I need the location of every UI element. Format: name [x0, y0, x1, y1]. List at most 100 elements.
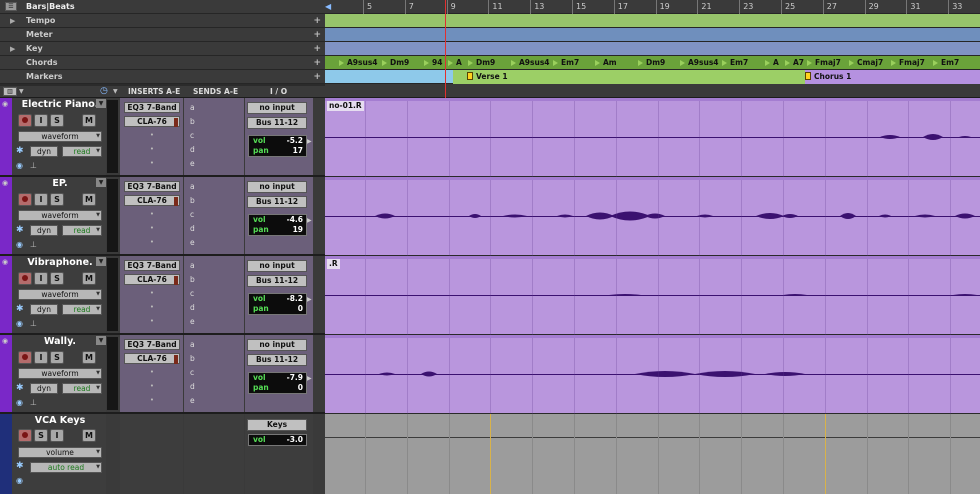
insert-slot-empty[interactable]: • — [124, 130, 180, 141]
vol-pan-display[interactable]: vol -5.2 pan 17 — [248, 135, 307, 157]
dyn-button[interactable]: dyn — [30, 304, 58, 315]
input-monitor-button[interactable]: I — [34, 114, 48, 127]
dyn-button[interactable]: dyn — [30, 146, 58, 157]
track-expand-icon[interactable]: ◉ — [2, 100, 8, 108]
send-slot[interactable]: c — [187, 288, 241, 299]
io-expand-icon[interactable]: ▶ — [307, 296, 312, 303]
io-expand-icon[interactable]: ▶ — [307, 375, 312, 382]
send-slot[interactable]: a — [187, 260, 241, 271]
vca-mute-button[interactable]: M — [82, 429, 96, 442]
vca-view-selector[interactable]: volume — [18, 447, 102, 458]
vca-automation-mode-selector[interactable]: auto read — [30, 462, 102, 473]
chord-marker[interactable]: A — [448, 57, 462, 68]
record-enable-button[interactable] — [18, 351, 32, 364]
track-menu-chevron-icon[interactable]: ▼ — [96, 257, 106, 266]
insert-slot-empty[interactable]: • — [124, 381, 180, 392]
insert-slot[interactable]: CLA-76 — [124, 195, 180, 206]
track-name[interactable]: Vibraphone. — [18, 257, 102, 269]
key-ruler-lane[interactable] — [325, 42, 980, 56]
vca-input-monitor-button[interactable]: I — [50, 429, 64, 442]
insert-slot[interactable]: CLA-76 — [124, 353, 180, 364]
track-header[interactable]: ◉ Vibraphone. ▼ I S M waveform ✱ dyn rea… — [0, 256, 325, 335]
track-menu-chevron-icon[interactable]: ▼ — [96, 178, 106, 187]
chord-marker[interactable]: Dm9 — [381, 57, 409, 68]
playhead-cursor[interactable] — [445, 0, 446, 98]
insert-slot-empty[interactable]: • — [124, 144, 180, 155]
insert-slot-empty[interactable]: • — [124, 395, 180, 406]
output-selector[interactable]: Bus 11-12 — [247, 275, 307, 287]
send-slot[interactable]: b — [187, 195, 241, 206]
vca-timeline-lane[interactable] — [325, 414, 980, 494]
vca-track-name[interactable]: VCA Keys — [18, 415, 102, 427]
ruler-row-markers[interactable]: Markers + — [0, 70, 325, 84]
chord-marker[interactable]: Cmaj7 — [848, 57, 883, 68]
insert-slot-empty[interactable]: • — [124, 158, 180, 169]
ruler-expand-icon[interactable]: ▶ — [10, 42, 15, 56]
vca-record-button[interactable] — [18, 429, 32, 442]
send-slot[interactable]: c — [187, 130, 241, 141]
vol-pan-display[interactable]: vol -8.2 pan 0 — [248, 293, 307, 315]
ruler-menu-icon[interactable]: ☰ — [5, 2, 17, 11]
chord-marker[interactable]: Am — [595, 57, 617, 68]
track-menu-chevron-icon[interactable]: ▼ — [96, 336, 106, 345]
input-monitor-button[interactable]: I — [34, 193, 48, 206]
ruler-add-icon[interactable]: + — [313, 14, 321, 28]
solo-button[interactable]: S — [50, 351, 64, 364]
insert-bypass-icon[interactable] — [174, 118, 178, 127]
send-slot[interactable]: e — [187, 395, 241, 406]
timebase-icon[interactable]: ◉ — [16, 398, 23, 407]
ruler-scroll-icon[interactable]: ◀ — [325, 2, 331, 11]
meter-ruler-lane[interactable] — [325, 28, 980, 42]
track-header[interactable]: ◉ EP. ▼ I S M waveform ✱ dyn read ◉ ⊥ EQ… — [0, 177, 325, 256]
chord-marker[interactable]: Fmaj7 — [807, 57, 841, 68]
insert-bypass-icon[interactable] — [174, 276, 178, 285]
automation-mode-selector[interactable]: read — [62, 304, 102, 315]
input-monitor-button[interactable]: I — [34, 272, 48, 285]
output-selector[interactable]: Bus 11-12 — [247, 196, 307, 208]
playlist-icon[interactable]: ⊥ — [30, 319, 37, 328]
track-menu-chevron-icon[interactable]: ▼ — [96, 99, 106, 108]
chord-marker[interactable]: Dm9 — [467, 57, 495, 68]
automation-mode-selector[interactable]: read — [62, 383, 102, 394]
output-selector[interactable]: Bus 11-12 — [247, 117, 307, 129]
insert-bypass-icon[interactable] — [174, 355, 178, 364]
timebase-icon[interactable]: ◉ — [16, 319, 23, 328]
marker-1[interactable]: Chorus 1 — [805, 71, 851, 82]
mute-button[interactable]: M — [82, 193, 96, 206]
insert-slot[interactable]: CLA-76 — [124, 274, 180, 285]
insert-slot-empty[interactable]: • — [124, 209, 180, 220]
send-slot[interactable]: c — [187, 209, 241, 220]
track-view-selector[interactable]: waveform — [18, 210, 102, 221]
vca-volume-display[interactable]: vol -3.0 — [248, 434, 307, 446]
chord-marker[interactable]: A — [765, 57, 779, 68]
ruler-row-tempo[interactable]: ▶ Tempo + — [0, 14, 325, 28]
send-slot[interactable]: d — [187, 144, 241, 155]
chord-marker[interactable]: Em7 — [932, 57, 959, 68]
input-selector[interactable]: no input — [247, 102, 307, 114]
track-view-selector[interactable]: waveform — [18, 131, 102, 142]
io-expand-icon[interactable]: ▶ — [307, 217, 312, 224]
send-slot[interactable]: e — [187, 316, 241, 327]
chord-marker[interactable]: A9sus4 — [511, 57, 550, 68]
marker-0[interactable]: Verse 1 — [467, 71, 508, 82]
automation-mode-selector[interactable]: read — [62, 225, 102, 236]
insert-slot[interactable]: EQ3 7-Band — [124, 181, 180, 192]
audio-clip[interactable]: .R — [325, 256, 980, 335]
mute-button[interactable]: M — [82, 272, 96, 285]
chord-marker[interactable]: Em7 — [721, 57, 748, 68]
insert-slot[interactable]: EQ3 7-Band — [124, 339, 180, 350]
insert-slot-empty[interactable]: • — [124, 223, 180, 234]
send-slot[interactable]: b — [187, 274, 241, 285]
timebase-icon[interactable]: ◉ — [16, 161, 23, 170]
track-options-chevron-icon[interactable]: ▼ — [19, 87, 24, 96]
chords-ruler-lane[interactable]: A9sus4 Dm9 94 A Dm9 A9sus4 Em7 Am Dm9 A9sus4 Em7 A A… — [325, 56, 980, 70]
automation-icon[interactable]: ✱ — [16, 225, 24, 235]
input-selector[interactable]: no input — [247, 181, 307, 193]
send-slot[interactable]: d — [187, 302, 241, 313]
dyn-button[interactable]: dyn — [30, 225, 58, 236]
ruler-expand-icon[interactable]: ▶ — [10, 14, 15, 28]
vca-timebase-icon[interactable]: ◉ — [16, 476, 23, 485]
bar-ruler[interactable]: ◀ 5 7 9 11 13 15 17 19 21 23 25 27 29 31 33 — [325, 0, 980, 14]
track-expand-icon[interactable]: ◉ — [2, 179, 8, 187]
chord-marker[interactable]: Dm9 — [637, 57, 665, 68]
